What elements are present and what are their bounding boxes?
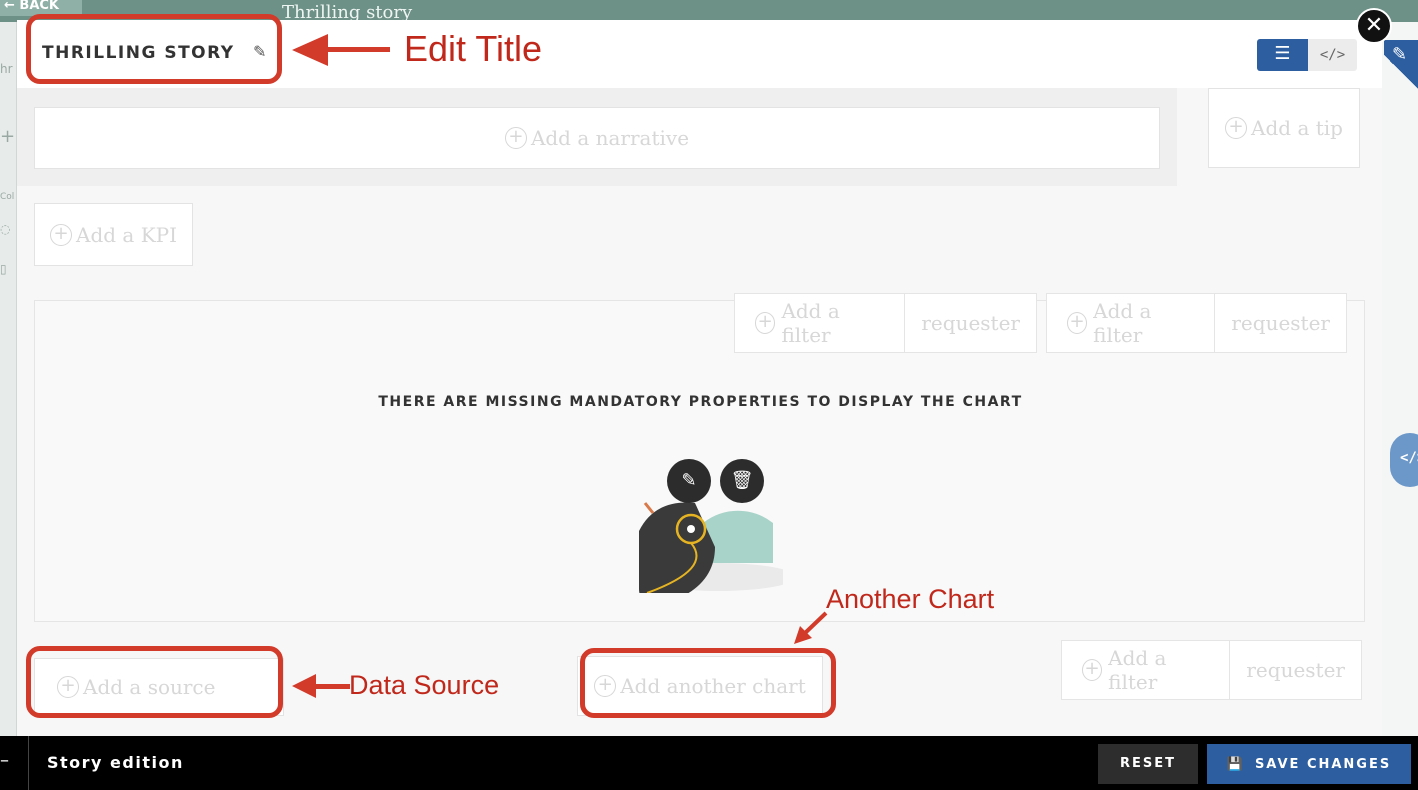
edit-title-arrowhead [292, 34, 328, 66]
another-chart-highlight [580, 648, 836, 718]
add-filter-label: Add a filter [781, 299, 840, 347]
add-filter-button[interactable]: + Add a filter [1062, 641, 1231, 699]
divider [28, 736, 29, 790]
chart-filter-1: + Add a filter requester [734, 293, 1037, 353]
data-source-arrowhead [292, 674, 316, 698]
story-editor-modal: THRILLING STORY ✎ ☰ </> + Add a narrativ… [17, 20, 1382, 736]
plus-circle-icon: + [50, 223, 72, 246]
add-tip-button[interactable]: + Add a tip [1208, 88, 1360, 168]
floppy-disk-icon: 💾 [1226, 756, 1245, 772]
reset-button[interactable]: RESET [1098, 744, 1198, 784]
requester-filter[interactable]: requester [1230, 641, 1361, 699]
add-narrative-label: Add a narrative [530, 126, 690, 150]
background-sidebar: hr + Col ◌ ▯ [0, 22, 17, 736]
code-toggle-icon[interactable]: </> [1390, 433, 1418, 487]
add-filter-button[interactable]: + Add a filter [735, 294, 906, 352]
missing-properties-message: THERE ARE MISSING MANDATORY PROPERTIES T… [378, 394, 1023, 410]
plus-circle-icon: + [1225, 117, 1248, 139]
add-narrative-button[interactable]: + Add a narrative [34, 107, 1160, 169]
data-source-highlight [26, 646, 283, 718]
add-kpi-button[interactable]: + Add a KPI [34, 203, 193, 266]
plus-circle-icon: + [1082, 659, 1103, 681]
requester-filter[interactable]: requester [905, 294, 1036, 352]
pencil-icon: ✎ [1392, 44, 1408, 65]
add-filter-button[interactable]: + Add a filter [1047, 294, 1216, 352]
code-icon[interactable]: </> [1308, 39, 1357, 71]
save-changes-label: SAVE CHANGES [1254, 756, 1392, 772]
delete-chart-trash-icon[interactable]: 🗑 [720, 459, 764, 503]
another-chart-annotation: Another Chart [826, 584, 995, 614]
close-icon[interactable]: ✕ [1356, 8, 1392, 44]
chart-filter-2: + Add a filter requester [1046, 293, 1347, 353]
plus-circle-icon: + [1067, 312, 1088, 334]
edit-chart-pencil-icon[interactable]: ✎ [667, 459, 711, 503]
story-edition-title: Story edition [47, 753, 184, 772]
minus-icon[interactable]: – [0, 750, 10, 771]
data-source-arrow [314, 684, 350, 689]
footer-filter: + Add a filter requester [1061, 640, 1362, 700]
add-tip-label: Add a tip [1251, 116, 1343, 140]
edit-title-annotation: Edit Title [404, 28, 543, 69]
edit-title-arrow [326, 47, 390, 52]
data-source-annotation: Data Source [349, 670, 500, 700]
view-toggle: ☰ </> [1257, 39, 1357, 71]
add-kpi-label: Add a KPI [76, 222, 177, 247]
bottom-bar: – Story edition RESET 💾 SAVE CHANGES [0, 736, 1418, 790]
add-filter-label: Add a filter [1108, 646, 1167, 694]
plus-circle-icon: + [504, 127, 527, 149]
layout-rows-icon[interactable]: ☰ [1257, 39, 1308, 71]
add-filter-label: Add a filter [1093, 299, 1152, 347]
save-changes-button[interactable]: 💾 SAVE CHANGES [1207, 744, 1411, 784]
requester-filter[interactable]: requester [1215, 294, 1346, 352]
background-right-panel [1382, 22, 1418, 736]
edit-title-highlight [26, 14, 282, 84]
another-chart-arrow [794, 611, 828, 644]
plus-circle-icon: + [755, 312, 776, 334]
